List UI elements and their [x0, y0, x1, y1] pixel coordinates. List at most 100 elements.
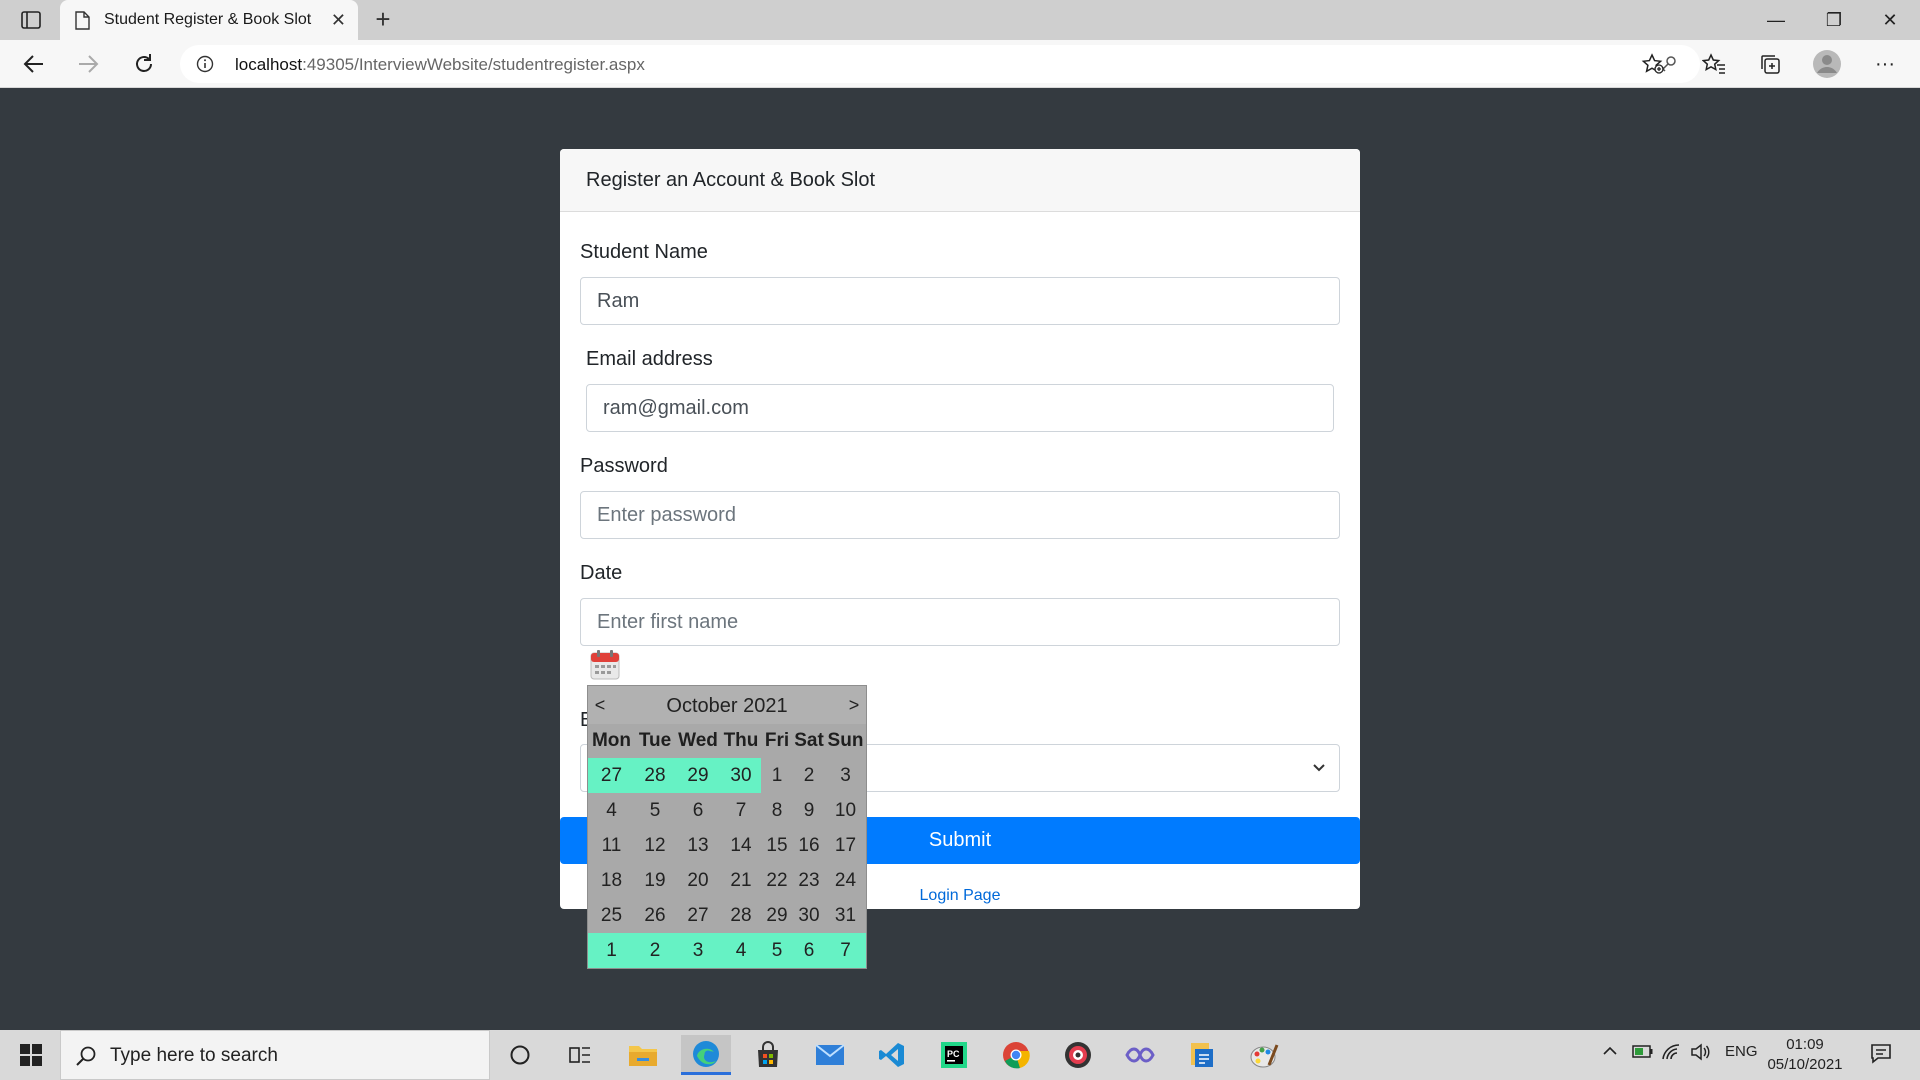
calendar-day[interactable]: 4 — [588, 793, 635, 828]
calendar-day[interactable]: 18 — [588, 863, 635, 898]
windows-start-icon[interactable] — [8, 1030, 54, 1080]
calendar-day-other-month[interactable]: 1 — [588, 933, 635, 968]
pycharm-icon[interactable]: PC — [929, 1035, 979, 1075]
password-input[interactable]: Enter password — [580, 491, 1340, 539]
calendar-week-row: 1234567 — [588, 933, 866, 968]
calendar-day[interactable]: 1 — [761, 758, 793, 793]
calendar-day-other-month[interactable]: 27 — [588, 758, 635, 793]
system-clock[interactable]: 01:09 05/10/2021 — [1760, 1035, 1850, 1075]
show-hidden-icons-icon[interactable] — [1602, 1043, 1618, 1063]
email-input[interactable]: ram@gmail.com — [586, 384, 1334, 432]
cortana-icon[interactable] — [495, 1035, 545, 1075]
calendar-day[interactable]: 14 — [721, 828, 761, 863]
task-view-icon[interactable] — [555, 1035, 605, 1075]
previous-month-button[interactable]: < — [588, 695, 612, 716]
calendar-day[interactable]: 30 — [793, 898, 825, 933]
collections-icon[interactable] — [1753, 48, 1787, 80]
browser-nav-bar: localhost:49305/InterviewWebsite/student… — [0, 40, 1920, 88]
favorites-icon[interactable] — [1697, 48, 1731, 80]
tab-actions-icon[interactable] — [18, 8, 44, 32]
calendar-day[interactable]: 27 — [675, 898, 721, 933]
calendar-day[interactable]: 2 — [793, 758, 825, 793]
weekday-label: Mon — [591, 730, 632, 751]
chrome-icon[interactable] — [991, 1035, 1041, 1075]
volume-icon[interactable] — [1690, 1043, 1710, 1065]
calendar-day[interactable]: 20 — [675, 863, 721, 898]
calendar-day-other-month[interactable]: 29 — [675, 758, 721, 793]
battery-icon[interactable] — [1632, 1043, 1654, 1063]
sql-server-icon[interactable] — [1177, 1035, 1227, 1075]
calendar-day-other-month[interactable]: 5 — [761, 933, 793, 968]
calendar-day[interactable]: 17 — [825, 828, 866, 863]
calendar-week-row: 4 5 6 7 8 9 10 — [588, 793, 866, 828]
calendar-day[interactable]: 7 — [721, 793, 761, 828]
minimize-button[interactable]: — — [1752, 6, 1800, 34]
url-text: localhost:49305/InterviewWebsite/student… — [235, 55, 645, 75]
file-explorer-icon[interactable] — [618, 1035, 668, 1075]
calendar-day[interactable]: 11 — [588, 828, 635, 863]
clock-time: 01:09 — [1786, 1036, 1824, 1053]
calendar-day[interactable]: 3 — [825, 758, 866, 793]
email-label: Email address — [586, 348, 713, 370]
forward-icon[interactable] — [72, 48, 104, 80]
calendar-day[interactable]: 31 — [825, 898, 866, 933]
media-player-icon[interactable] — [1053, 1035, 1103, 1075]
calendar-day[interactable]: 8 — [761, 793, 793, 828]
calendar-day[interactable]: 15 — [761, 828, 793, 863]
notifications-icon[interactable] — [1870, 1042, 1892, 1068]
info-icon[interactable] — [196, 55, 214, 78]
date-input[interactable]: Enter first name — [580, 598, 1340, 646]
calendar-day-other-month[interactable]: 4 — [721, 933, 761, 968]
calendar-month-year: October 2021 — [666, 695, 788, 717]
calendar-day[interactable]: 23 — [793, 863, 825, 898]
calendar-day[interactable]: 9 — [793, 793, 825, 828]
calendar-day-other-month[interactable]: 7 — [825, 933, 866, 968]
calendar-day[interactable]: 6 — [675, 793, 721, 828]
calendar-day[interactable]: 24 — [825, 863, 866, 898]
calendar-day-other-month[interactable]: 6 — [793, 933, 825, 968]
calendar-day[interactable]: 29 — [761, 898, 793, 933]
calendar-day[interactable]: 13 — [675, 828, 721, 863]
back-icon[interactable] — [18, 48, 50, 80]
calendar-day[interactable]: 10 — [825, 793, 866, 828]
calendar-day[interactable]: 22 — [761, 863, 793, 898]
taskbar-search-box[interactable]: Type here to search — [60, 1030, 490, 1080]
calendar-header: October 2021 < > — [588, 686, 866, 724]
store-icon[interactable] — [743, 1035, 793, 1075]
calendar-day-other-month[interactable]: 30 — [721, 758, 761, 793]
mail-icon[interactable] — [805, 1035, 855, 1075]
add-favorite-icon[interactable] — [1636, 48, 1670, 80]
profile-avatar[interactable] — [1810, 48, 1844, 80]
address-bar[interactable]: localhost:49305/InterviewWebsite/student… — [180, 45, 1700, 83]
student-name-input[interactable]: Ram — [580, 277, 1340, 325]
visual-studio-icon[interactable] — [1115, 1035, 1165, 1075]
calendar-week-row: 18 19 20 21 22 23 24 — [588, 863, 866, 898]
vscode-icon[interactable] — [867, 1035, 917, 1075]
calendar-icon[interactable] — [589, 649, 621, 686]
tab-close-icon[interactable]: ✕ — [331, 10, 346, 31]
calendar-day-other-month[interactable]: 2 — [635, 933, 675, 968]
browser-tab-active[interactable]: Student Register & Book Slot ✕ — [60, 0, 358, 40]
edge-icon[interactable] — [681, 1035, 731, 1075]
wifi-icon[interactable] — [1661, 1043, 1681, 1065]
paint-icon[interactable] — [1239, 1035, 1289, 1075]
calendar-day[interactable]: 28 — [721, 898, 761, 933]
more-menu-button[interactable]: ··· — [1868, 48, 1902, 80]
restore-button[interactable]: ❐ — [1810, 6, 1858, 34]
calendar-day[interactable]: 26 — [635, 898, 675, 933]
refresh-icon[interactable] — [128, 48, 160, 80]
language-indicator[interactable]: ENG — [1725, 1043, 1758, 1060]
calendar-day[interactable]: 21 — [721, 863, 761, 898]
calendar-day-other-month[interactable]: 3 — [675, 933, 721, 968]
calendar-day[interactable]: 25 — [588, 898, 635, 933]
calendar-day-other-month[interactable]: 28 — [635, 758, 675, 793]
calendar-day[interactable]: 16 — [793, 828, 825, 863]
close-window-button[interactable]: ✕ — [1866, 6, 1914, 34]
page-icon — [74, 11, 90, 35]
calendar-day[interactable]: 5 — [635, 793, 675, 828]
calendar-day[interactable]: 12 — [635, 828, 675, 863]
weekday-label: Sat — [794, 730, 824, 751]
calendar-day[interactable]: 19 — [635, 863, 675, 898]
new-tab-button[interactable]: + — [368, 4, 398, 34]
next-month-button[interactable]: > — [842, 695, 866, 716]
